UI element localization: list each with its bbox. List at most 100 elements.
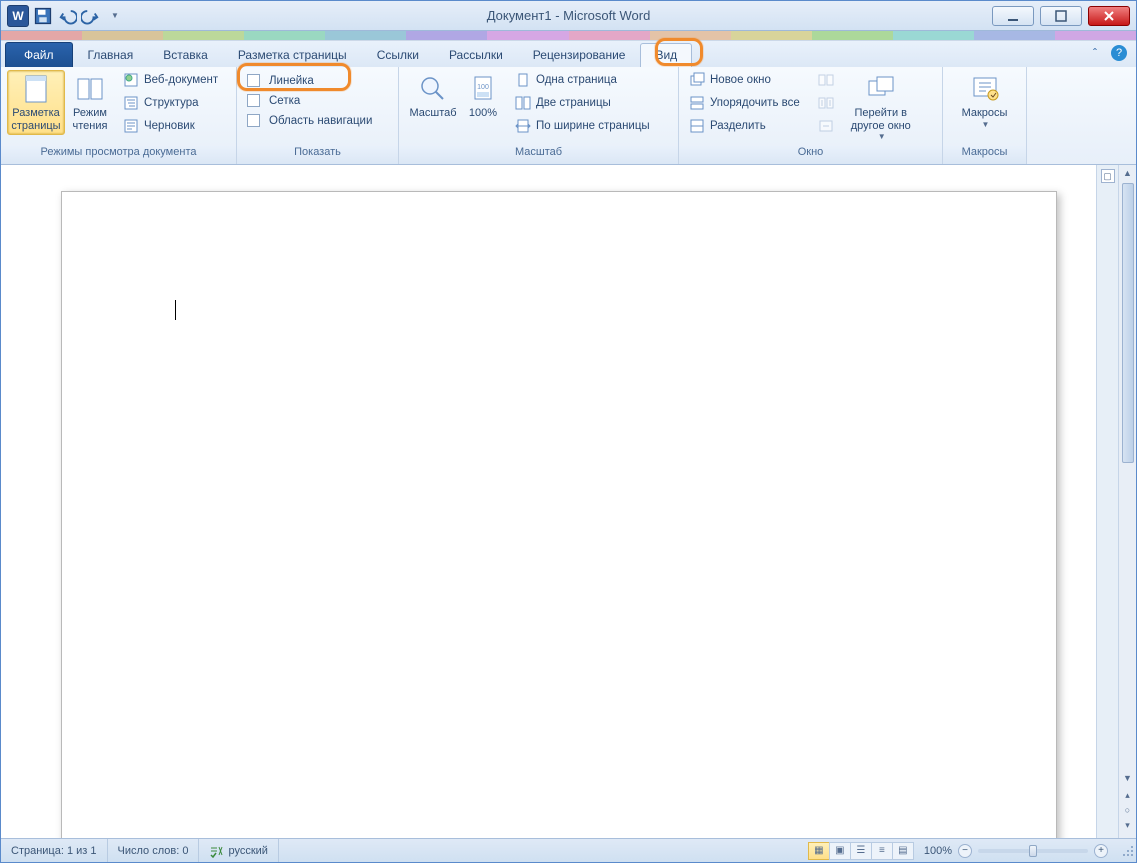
two-pages-icon — [515, 95, 531, 111]
status-page[interactable]: Страница: 1 из 1 — [1, 839, 108, 862]
zoom-in-button[interactable]: + — [1094, 844, 1108, 858]
statusview-web[interactable]: ☰ — [850, 842, 872, 860]
statusview-outline[interactable]: ≡ — [871, 842, 893, 860]
quick-access-toolbar: W ▼ — [1, 5, 125, 27]
spellcheck-icon — [209, 844, 223, 858]
resize-grip[interactable] — [1118, 843, 1136, 859]
book-icon — [74, 73, 106, 105]
side-by-side-icon — [818, 72, 834, 88]
statusview-print-layout[interactable]: ▦ — [808, 842, 830, 860]
status-bar: Страница: 1 из 1 Число слов: 0 русский ▦… — [1, 838, 1136, 862]
word-app-icon[interactable]: W — [7, 5, 29, 27]
btn-new-window[interactable]: Новое окно — [685, 70, 804, 90]
document-workspace: ▢ ▲ ▼ ▴ ○ ▾ — [1, 165, 1136, 838]
arrange-icon — [689, 95, 705, 111]
page-100-icon: 100 — [467, 73, 499, 105]
statusview-draft[interactable]: ▤ — [892, 842, 914, 860]
btn-zoom[interactable]: Масштаб — [405, 70, 461, 123]
one-page-icon — [515, 72, 531, 88]
btn-view-side-by-side[interactable] — [814, 70, 838, 90]
ribbon-group-window: Новое окно Упорядочить все Разделить Пер… — [679, 67, 943, 164]
btn-one-page[interactable]: Одна страница — [511, 70, 654, 90]
btn-page-width[interactable]: По ширине страницы — [511, 116, 654, 136]
btn-sync-scroll[interactable] — [814, 93, 838, 113]
statusview-reading[interactable]: ▣ — [829, 842, 851, 860]
tab-insert[interactable]: Вставка — [148, 43, 223, 67]
select-browse-object-button[interactable]: ○ — [1125, 805, 1130, 819]
ribbon-minimize-button[interactable]: ˆ — [1086, 44, 1104, 62]
help-button[interactable]: ? — [1110, 44, 1128, 62]
group-label-views: Режимы просмотра документа — [1, 146, 236, 164]
btn-switch-windows[interactable]: Перейти в другое окно▼ — [844, 70, 918, 144]
qat-redo-button[interactable] — [81, 6, 101, 26]
btn-reading-view[interactable]: Режим чтения — [65, 70, 115, 135]
btn-macros[interactable]: Макросы▼ — [952, 70, 1018, 132]
tab-mailings[interactable]: Рассылки — [434, 43, 518, 67]
decorative-colour-strip — [1, 31, 1136, 41]
magnifier-icon — [417, 73, 449, 105]
ruler-toggle-button[interactable]: ▢ — [1101, 169, 1115, 183]
tab-review[interactable]: Рецензирование — [518, 43, 641, 67]
scroll-thumb[interactable] — [1122, 183, 1134, 463]
zoom-slider[interactable] — [978, 849, 1088, 853]
reset-pos-icon — [818, 118, 834, 134]
btn-outline-view[interactable]: Структура — [119, 93, 222, 113]
document-page[interactable] — [61, 191, 1057, 838]
qat-save-button[interactable] — [33, 6, 53, 26]
btn-arrange-all[interactable]: Упорядочить все — [685, 93, 804, 113]
window-close-button[interactable] — [1088, 6, 1130, 26]
ribbon-group-macros: Макросы▼ Макросы — [943, 67, 1027, 164]
ribbon-group-zoom: Масштаб 100 100% Одна страница Две стран… — [399, 67, 679, 164]
browse-object-controls: ▴ ○ ▾ — [1125, 786, 1130, 838]
status-view-buttons: ▦ ▣ ☰ ≡ ▤ — [809, 842, 914, 860]
page-icon — [20, 73, 52, 105]
window-minimize-button[interactable] — [992, 6, 1034, 26]
chk-gridlines[interactable]: Сетка — [243, 92, 376, 109]
tab-references[interactable]: Ссылки — [362, 43, 434, 67]
btn-split[interactable]: Разделить — [685, 116, 804, 136]
new-window-icon — [689, 72, 705, 88]
btn-two-pages[interactable]: Две страницы — [511, 93, 654, 113]
qat-undo-button[interactable] — [57, 6, 77, 26]
scroll-down-arrow[interactable]: ▼ — [1119, 770, 1136, 786]
zoom-slider-knob[interactable] — [1029, 845, 1037, 857]
globe-page-icon — [123, 72, 139, 88]
status-word-count[interactable]: Число слов: 0 — [108, 839, 200, 862]
chk-nav-pane[interactable]: Область навигации — [243, 112, 376, 129]
scroll-up-arrow[interactable]: ▲ — [1119, 165, 1136, 181]
zoom-percent-label[interactable]: 100% — [924, 845, 952, 857]
group-label-macros: Макросы — [943, 146, 1026, 164]
split-icon — [689, 118, 705, 134]
app-window: W ▼ Документ1 - Microsoft Word Файл Глав… — [0, 0, 1137, 863]
window-buttons — [992, 6, 1136, 26]
btn-print-layout-view[interactable]: Разметка страницы — [7, 70, 65, 135]
title-bar: W ▼ Документ1 - Microsoft Word — [1, 1, 1136, 31]
ribbon-body: Разметка страницы Режим чтения Веб-докум… — [1, 67, 1136, 165]
btn-zoom-100[interactable]: 100 100% — [461, 70, 505, 123]
prev-page-button[interactable]: ▴ — [1125, 790, 1130, 804]
document-scroll-area[interactable] — [1, 165, 1096, 838]
next-page-button[interactable]: ▾ — [1125, 820, 1130, 834]
tab-home[interactable]: Главная — [73, 43, 149, 67]
ruler-toggle-gutter: ▢ — [1096, 165, 1118, 838]
group-label-window: Окно — [679, 146, 942, 164]
scroll-track[interactable] — [1119, 181, 1136, 770]
btn-draft-view[interactable]: Черновик — [119, 116, 222, 136]
ribbon-group-document-views: Разметка страницы Режим чтения Веб-докум… — [1, 67, 237, 164]
zoom-out-button[interactable]: − — [958, 844, 972, 858]
btn-reset-position[interactable] — [814, 116, 838, 136]
tab-file[interactable]: Файл — [5, 42, 73, 67]
status-language[interactable]: русский — [199, 839, 278, 862]
ribbon-tabs: Файл Главная Вставка Разметка страницы С… — [1, 41, 1136, 67]
switch-windows-icon — [865, 73, 897, 105]
btn-web-layout-view[interactable]: Веб-документ — [119, 70, 222, 90]
window-maximize-button[interactable] — [1040, 6, 1082, 26]
text-cursor — [175, 300, 176, 320]
window-title: Документ1 - Microsoft Word — [1, 8, 1136, 23]
checkbox-icon — [247, 114, 260, 127]
checkbox-icon — [247, 94, 260, 107]
vertical-scrollbar[interactable]: ▲ ▼ ▴ ○ ▾ — [1118, 165, 1136, 838]
group-label-show: Показать — [237, 146, 398, 164]
qat-customize-dropdown[interactable]: ▼ — [105, 6, 125, 26]
group-label-zoom: Масштаб — [399, 146, 678, 164]
